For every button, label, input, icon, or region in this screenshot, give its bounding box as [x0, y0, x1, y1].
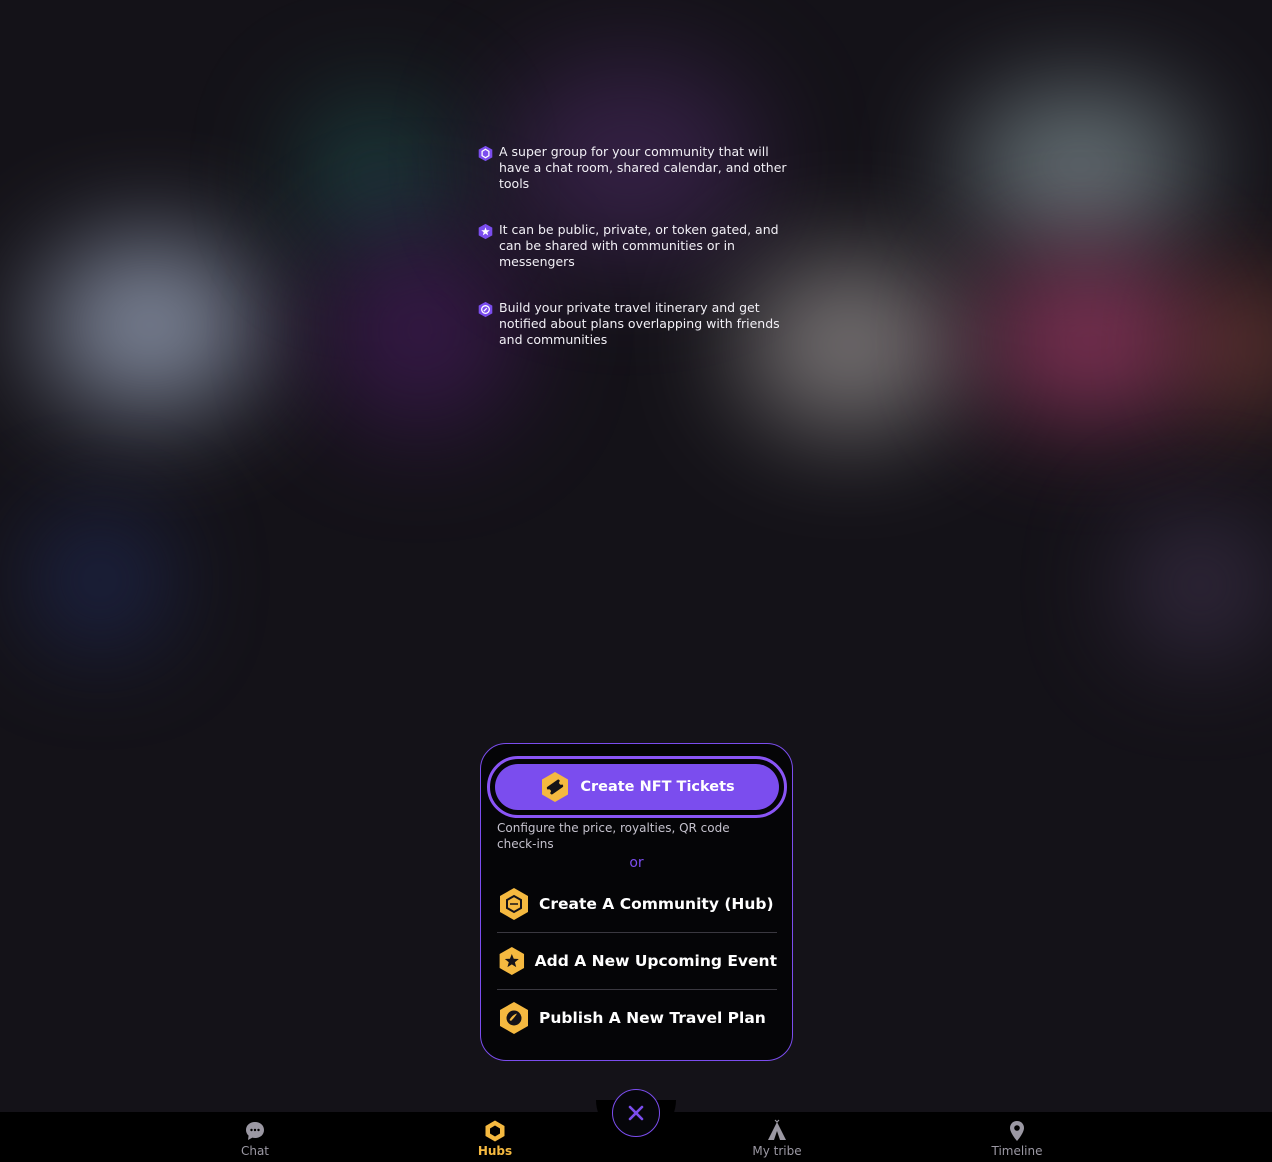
- create-nft-tickets-button[interactable]: Create NFT Tickets: [495, 764, 779, 810]
- publish-travel-plan-option[interactable]: Publish A New Travel Plan: [497, 989, 777, 1046]
- nav-item-timeline[interactable]: Timeline: [957, 1119, 1077, 1159]
- nav-label: Timeline: [991, 1144, 1043, 1158]
- nav-item-hubs[interactable]: Hubs: [435, 1119, 555, 1159]
- travel-hexagon-icon: [478, 301, 493, 318]
- info-item: Build your private travel itinerary and …: [477, 300, 797, 348]
- star-hexagon-icon: [478, 223, 493, 240]
- info-item: A super group for your community that wi…: [477, 144, 797, 192]
- nft-button-outline: Create NFT Tickets: [487, 756, 787, 818]
- hubs-icon: [485, 1120, 505, 1142]
- globe-icon: [500, 1002, 528, 1034]
- nav-item-chat[interactable]: Chat: [195, 1119, 315, 1159]
- ticket-icon: [542, 772, 569, 802]
- info-text: Build your private travel itinerary and …: [499, 300, 780, 347]
- nav-label: Hubs: [477, 1144, 513, 1158]
- close-menu-button[interactable]: [612, 1089, 660, 1137]
- chat-icon: [246, 1122, 264, 1140]
- nav-label: Chat: [240, 1144, 270, 1158]
- create-community-option[interactable]: Create A Community (Hub): [497, 875, 777, 932]
- hub-info-list: A super group for your community that wi…: [477, 144, 797, 378]
- info-text: It can be public, private, or token gate…: [499, 222, 779, 269]
- create-menu: Create NFT Tickets Configure the price, …: [480, 743, 793, 1061]
- option-label: Create A Community (Hub): [539, 894, 774, 913]
- info-text: A super group for your community that wi…: [499, 144, 787, 191]
- create-nft-tickets-label: Create NFT Tickets: [580, 779, 735, 795]
- hub-hexagon-icon: [478, 145, 493, 162]
- info-item: It can be public, private, or token gate…: [477, 222, 797, 270]
- close-icon: [628, 1105, 644, 1121]
- location-pin-icon: [1010, 1121, 1024, 1141]
- option-label: Publish A New Travel Plan: [539, 1009, 766, 1027]
- add-event-option[interactable]: Add A New Upcoming Event: [497, 932, 777, 989]
- nav-item-my-tribe[interactable]: My tribe: [717, 1119, 837, 1159]
- option-label: Add A New Upcoming Event: [534, 952, 777, 970]
- or-divider: or: [629, 855, 644, 871]
- create-options: Create A Community (Hub) Add A New Upcom…: [497, 875, 777, 1046]
- star-icon: [499, 947, 525, 975]
- hub-icon: [500, 887, 528, 920]
- nft-description: Configure the price, royalties, QR code …: [497, 821, 730, 851]
- nav-label: My tribe: [752, 1144, 802, 1158]
- tent-icon: [768, 1119, 786, 1140]
